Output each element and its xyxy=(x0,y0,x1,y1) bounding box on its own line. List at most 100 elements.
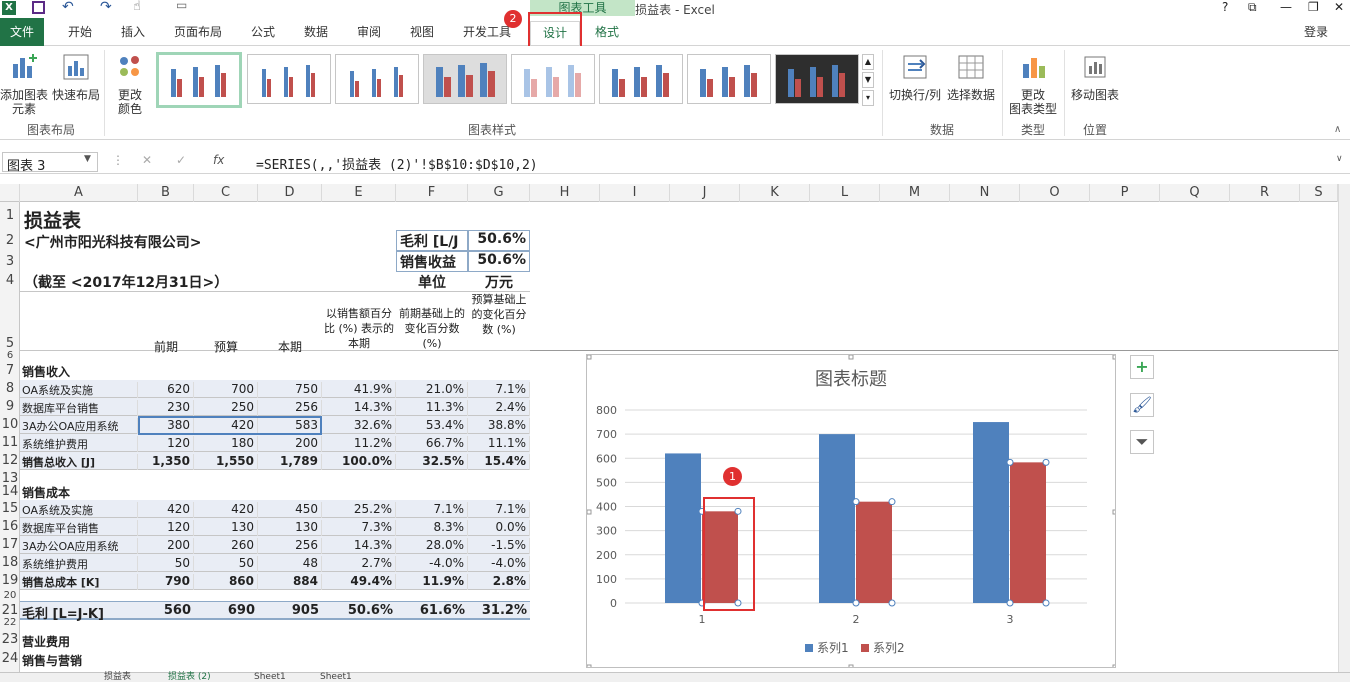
table-cell[interactable]: 31.2% xyxy=(468,603,530,618)
chart-style-5[interactable] xyxy=(511,54,595,104)
enter-formula-button[interactable]: ✓ xyxy=(176,153,186,167)
table-cell[interactable]: 560 xyxy=(138,603,194,618)
table-cell[interactable]: 750 xyxy=(258,382,322,398)
col-header-p[interactable]: P xyxy=(1090,184,1160,202)
row-label[interactable]: OA系统及实施 xyxy=(22,382,138,398)
col-header-a[interactable]: A xyxy=(20,184,138,202)
row-header[interactable]: 15 xyxy=(0,501,20,516)
row-header[interactable]: 23 xyxy=(0,632,20,647)
col-header-o[interactable]: O xyxy=(1020,184,1090,202)
move-chart-button[interactable]: 移动图表 xyxy=(1068,52,1122,102)
table-cell[interactable]: -4.0% xyxy=(396,556,468,572)
tab-format[interactable]: 格式 xyxy=(585,21,629,45)
col-header-d[interactable]: D xyxy=(258,184,322,202)
row-label[interactable]: 销售总成本 [K] xyxy=(22,574,138,590)
chart-style-3[interactable] xyxy=(335,54,419,104)
table-cell[interactable]: 38.8% xyxy=(468,418,530,434)
chart-object[interactable]: 图表标题 0 100 200 300 400 500 600 700 800 1 2 3 系列1 系列2 xyxy=(586,354,1118,670)
col-header-k[interactable]: K xyxy=(740,184,810,202)
row-header[interactable]: 24 xyxy=(0,651,20,666)
vertical-scrollbar[interactable] xyxy=(1338,184,1350,672)
table-cell[interactable]: 2.8% xyxy=(468,574,530,590)
table-cell[interactable]: 14.3% xyxy=(322,400,396,416)
styles-scroll-down-icon[interactable]: ▼ xyxy=(862,72,874,88)
table-cell[interactable]: 120 xyxy=(138,436,194,452)
col-header-g[interactable]: G xyxy=(468,184,530,202)
chart-elements-button[interactable]: + xyxy=(1130,355,1154,379)
table-cell[interactable]: 11.2% xyxy=(322,436,396,452)
table-cell[interactable]: 200 xyxy=(138,538,194,554)
sheet-tab-2-active[interactable]: 损益表 (2) xyxy=(168,673,211,682)
table-cell[interactable]: 690 xyxy=(194,603,258,618)
col-header-q[interactable]: Q xyxy=(1160,184,1230,202)
insert-function-button[interactable]: fx xyxy=(213,153,224,167)
table-cell[interactable]: 1,550 xyxy=(194,454,258,470)
row-header[interactable]: 22 xyxy=(0,617,20,628)
quick-layout-button[interactable]: 快速布局 xyxy=(50,52,102,102)
table-cell[interactable]: 11.3% xyxy=(396,400,468,416)
minimize-icon[interactable]: — xyxy=(1280,0,1292,14)
row-header[interactable]: 8 xyxy=(0,381,20,396)
row-header[interactable]: 5 xyxy=(0,336,20,351)
table-cell[interactable]: 21.0% xyxy=(396,382,468,398)
collapse-ribbon-icon[interactable]: ∧ xyxy=(1334,124,1341,135)
row-header[interactable]: 12 xyxy=(0,453,20,468)
table-cell[interactable]: 61.6% xyxy=(396,603,468,618)
table-cell[interactable]: 180 xyxy=(194,436,258,452)
chart-filters-icon[interactable]: ⏷ xyxy=(1130,430,1154,454)
chart-plot[interactable]: 图表标题 0 100 200 300 400 500 600 700 800 1 2 3 系列1 系列2 xyxy=(586,354,1118,670)
table-cell[interactable]: 66.7% xyxy=(396,436,468,452)
col-header-b[interactable]: B xyxy=(138,184,194,202)
row-label[interactable]: 系统维护费用 xyxy=(22,436,138,452)
row-label[interactable]: 3A办公OA应用系统 xyxy=(22,538,138,554)
tab-data[interactable]: 数据 xyxy=(296,21,336,45)
table-cell[interactable]: 256 xyxy=(258,538,322,554)
table-cell[interactable]: 2.7% xyxy=(322,556,396,572)
row-label[interactable]: 数据库平台销售 xyxy=(22,400,138,416)
table-cell[interactable]: 50 xyxy=(194,556,258,572)
sign-in-link[interactable]: 登录 xyxy=(1296,21,1336,45)
col-header-j[interactable]: J xyxy=(670,184,740,202)
row-label[interactable]: 毛利 [L=J-K] xyxy=(22,603,138,622)
chart-style-1[interactable] xyxy=(156,52,242,108)
table-cell[interactable]: 230 xyxy=(138,400,194,416)
table-cell[interactable]: 130 xyxy=(194,520,258,536)
table-cell[interactable]: -1.5% xyxy=(468,538,530,554)
table-cell[interactable]: 7.1% xyxy=(468,382,530,398)
table-cell[interactable]: 7.1% xyxy=(396,502,468,518)
col-header-s[interactable]: S xyxy=(1300,184,1338,202)
table-cell[interactable]: 256 xyxy=(258,400,322,416)
tab-review[interactable]: 审阅 xyxy=(349,21,389,45)
row-header[interactable]: 4 xyxy=(0,273,20,288)
row-header[interactable]: 11 xyxy=(0,435,20,450)
sheet-tab-1[interactable]: 损益表 xyxy=(104,673,131,682)
table-cell[interactable]: 25.2% xyxy=(322,502,396,518)
row-header[interactable]: 10 xyxy=(0,417,20,432)
table-cell[interactable]: 700 xyxy=(194,382,258,398)
ribbon-display-icon[interactable]: ⧉ xyxy=(1248,0,1257,15)
col-header-e[interactable]: E xyxy=(322,184,396,202)
row-header[interactable]: 2 xyxy=(0,233,20,248)
add-chart-element-button[interactable]: 添加图表 元素 xyxy=(0,52,48,116)
row-header[interactable]: 20 xyxy=(0,590,20,601)
formula-input[interactable]: =SERIES(,,'损益表 (2)'!$B$10:$D$10,2) xyxy=(250,152,1340,173)
tab-home[interactable]: 开始 xyxy=(60,21,100,45)
row-header[interactable]: 9 xyxy=(0,399,20,414)
table-cell[interactable]: 1,350 xyxy=(138,454,194,470)
table-cell[interactable]: 53.4% xyxy=(396,418,468,434)
table-cell[interactable]: 0.0% xyxy=(468,520,530,536)
close-icon[interactable]: ✕ xyxy=(1334,0,1344,14)
table-cell[interactable]: 130 xyxy=(258,520,322,536)
sheet-tab-3[interactable]: Sheet1 xyxy=(254,673,286,682)
row-header[interactable]: 21 xyxy=(0,603,20,618)
table-cell[interactable]: 420 xyxy=(138,502,194,518)
row-header[interactable]: 19 xyxy=(0,573,20,588)
table-cell[interactable]: 2.4% xyxy=(468,400,530,416)
table-cell[interactable]: 8.3% xyxy=(396,520,468,536)
row-header[interactable]: 18 xyxy=(0,555,20,570)
table-cell[interactable]: 100.0% xyxy=(322,454,396,470)
change-colors-button[interactable]: 更改 颜色 xyxy=(108,52,152,116)
table-cell[interactable]: 32.6% xyxy=(322,418,396,434)
table-cell[interactable]: 49.4% xyxy=(322,574,396,590)
table-cell[interactable]: 7.3% xyxy=(322,520,396,536)
